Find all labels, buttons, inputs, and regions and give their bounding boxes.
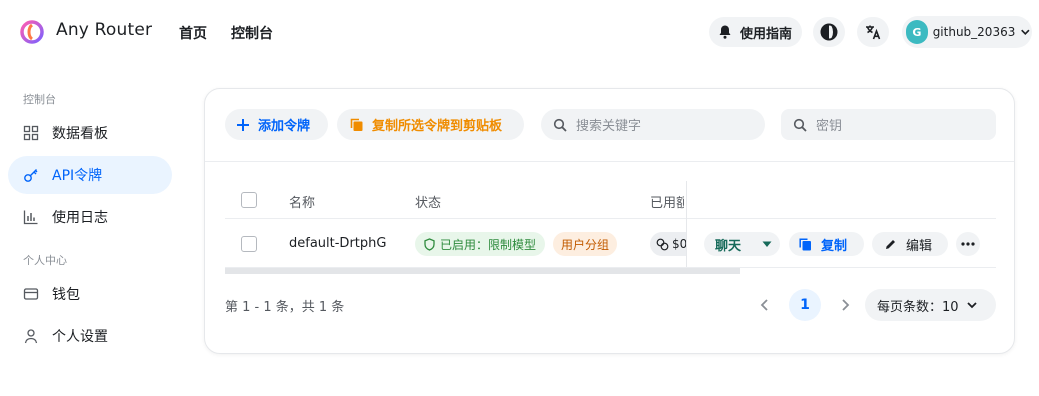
- nav-console-link[interactable]: 控制台: [231, 23, 273, 43]
- user-icon: [24, 329, 38, 344]
- sidebar: 控制台 数据看板 API令牌 使用日志 个人中心 钱包 个人设置: [0, 64, 190, 396]
- chevron-down-icon: [966, 302, 977, 309]
- bell-icon: [719, 25, 731, 39]
- pencil-icon: [886, 239, 895, 249]
- key-search-input[interactable]: 密钥: [781, 109, 996, 140]
- chat-split-button[interactable]: 聊天: [704, 232, 780, 256]
- row-checkbox[interactable]: [241, 236, 257, 252]
- user-menu-button[interactable]: G github_20363: [902, 16, 1032, 48]
- sidebar-group-personal: 个人中心: [23, 254, 67, 267]
- nav-home-link[interactable]: 首页: [179, 23, 207, 43]
- copy-token-button[interactable]: 复制: [789, 232, 864, 256]
- page-size-select[interactable]: 每页条数：10: [865, 289, 996, 321]
- avatar: G: [906, 20, 928, 44]
- copy-icon: [350, 118, 363, 131]
- sidebar-item-label: API令牌: [52, 168, 103, 184]
- add-token-button[interactable]: 添加令牌: [225, 109, 328, 140]
- shield-icon: [424, 237, 435, 251]
- caret-down-icon[interactable]: [761, 238, 773, 250]
- edit-token-button[interactable]: 编辑: [872, 232, 948, 256]
- pagination-summary: 第 1 - 1 条，共 1 条: [225, 300, 345, 315]
- chevron-left-icon[interactable]: [757, 297, 773, 313]
- translate-icon: [866, 25, 881, 40]
- copy-icon: [799, 237, 811, 250]
- more-dots-icon: [961, 242, 975, 246]
- page-size-label: 每页条数：10: [877, 299, 959, 315]
- coins-icon: [656, 238, 669, 250]
- column-header-used-quota[interactable]: 已用額: [650, 192, 684, 211]
- status-badge: 已启用：限制模型: [415, 232, 545, 256]
- chat-label: 聊天: [715, 238, 742, 254]
- keyword-search-placeholder: 搜索关键字: [576, 119, 642, 134]
- search-icon: [793, 118, 807, 132]
- username-label: github_20363: [932, 25, 1016, 39]
- any-router-logo-icon[interactable]: [20, 20, 44, 44]
- column-header-name[interactable]: 名称: [289, 192, 315, 211]
- search-icon: [553, 118, 567, 132]
- fixed-column-shadow: [686, 181, 687, 269]
- toolbar-divider: [205, 161, 1014, 162]
- edit-label: 编辑: [906, 238, 933, 254]
- sidebar-group-console: 控制台: [23, 93, 56, 106]
- half-moon-icon: [820, 23, 838, 41]
- chevron-down-icon: [1021, 29, 1030, 35]
- dashboard-grid-icon: [23, 125, 39, 141]
- theme-toggle-button[interactable]: [813, 17, 845, 47]
- sidebar-item-personal-settings[interactable]: 个人设置: [8, 317, 172, 355]
- group-badge: 用户分组: [553, 232, 618, 256]
- more-actions-button[interactable]: [956, 232, 980, 256]
- token-name: default-DrtphG: [289, 236, 387, 251]
- sidebar-item-usage-logs[interactable]: 使用日志: [8, 198, 172, 236]
- key-search-placeholder: 密钥: [816, 119, 843, 134]
- keyword-search-input[interactable]: 搜索关键字: [541, 109, 765, 140]
- sidebar-item-label: 数据看板: [52, 126, 108, 142]
- sidebar-item-label: 使用日志: [52, 210, 108, 226]
- status-label: 已启用：限制模型: [440, 237, 537, 252]
- language-button[interactable]: [857, 17, 889, 47]
- add-token-label: 添加令牌: [258, 119, 311, 134]
- horizontal-scrollbar[interactable]: [225, 268, 740, 274]
- plus-icon: [237, 118, 249, 131]
- group-label: 用户分组: [561, 237, 610, 252]
- header-row-line: [225, 218, 996, 219]
- sidebar-item-label: 钱包: [52, 287, 80, 303]
- page-1-button[interactable]: 1: [789, 289, 821, 321]
- key-icon: [24, 169, 38, 182]
- top-bar: Any Router 首页 控制台 使用指南 G github_20363: [0, 0, 1039, 64]
- quota-badge: $0: [650, 232, 686, 256]
- sidebar-item-wallet[interactable]: 钱包: [8, 275, 172, 313]
- tokens-card: 添加令牌 复制所选令牌到剪贴板 搜索关键字 密钥 名称 状态 已用額 defau…: [204, 88, 1015, 354]
- guide-label: 使用指南: [740, 26, 793, 42]
- sidebar-item-label: 个人设置: [52, 329, 108, 345]
- wallet-icon: [23, 288, 39, 300]
- quota-value: $0: [672, 237, 686, 251]
- select-all-checkbox[interactable]: [241, 192, 257, 208]
- column-header-status[interactable]: 状态: [415, 192, 441, 211]
- guide-button[interactable]: 使用指南: [709, 17, 802, 47]
- bar-chart-icon: [23, 210, 38, 225]
- sidebar-item-api-tokens[interactable]: API令牌: [8, 156, 172, 194]
- copy-label: 复制: [821, 238, 848, 254]
- copy-selected-label: 复制所选令牌到剪贴板: [372, 119, 503, 134]
- copy-selected-button[interactable]: 复制所选令牌到剪贴板: [337, 109, 524, 140]
- sidebar-item-dashboard[interactable]: 数据看板: [8, 114, 172, 152]
- brand-name[interactable]: Any Router: [56, 20, 152, 40]
- chevron-right-icon[interactable]: [837, 297, 853, 313]
